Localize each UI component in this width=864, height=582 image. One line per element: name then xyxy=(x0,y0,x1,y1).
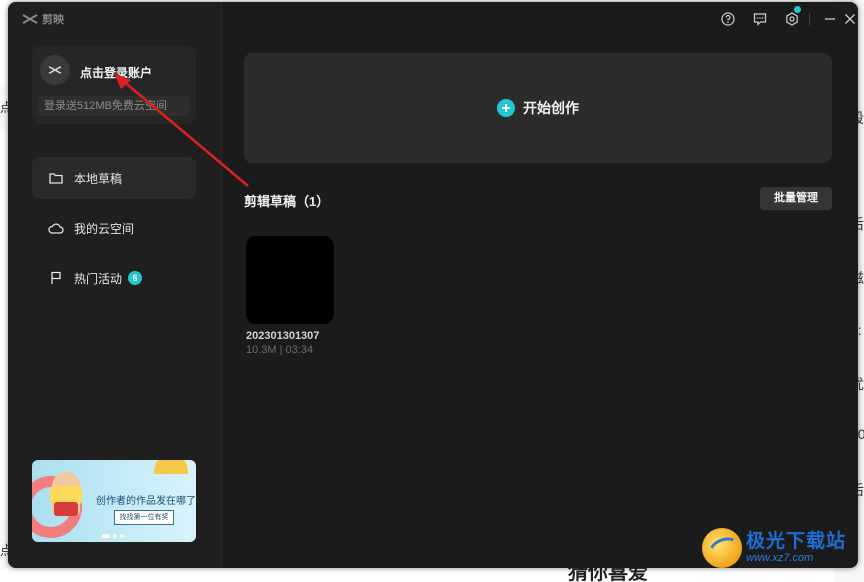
capcut-logo-icon xyxy=(48,65,62,75)
promo-banner[interactable]: 创作者的作品发在哪了? 找找第一位有奖 xyxy=(32,460,196,542)
draft-meta: 10.3M | 03:34 xyxy=(246,344,314,356)
sidebar-item-hot-events[interactable]: 热门活动 6 xyxy=(32,257,196,299)
plus-icon xyxy=(497,99,515,117)
cloud-icon xyxy=(48,220,64,236)
site-watermark: 极光下载站 www.xz7.com xyxy=(702,528,846,568)
batch-manage-button[interactable]: 批量管理 xyxy=(760,187,832,210)
login-card[interactable]: 点击登录账户 登录送512MB免费云空间 xyxy=(32,46,196,124)
sidebar-item-label: 热门活动 xyxy=(74,271,123,286)
sidebar: 剪映 点击登录账户 登录送512MB免费云空间 本地草稿 我的云空间 热门活动 … xyxy=(8,2,222,568)
app-window: 剪映 点击登录账户 登录送512MB免费云空间 本地草稿 我的云空间 热门活动 … xyxy=(8,2,858,568)
carousel-dot[interactable] xyxy=(102,534,110,538)
person-shorts-illustration xyxy=(54,502,78,516)
watermark-url: www.xz7.com xyxy=(746,552,814,564)
app-logo-text: 剪映 xyxy=(42,14,64,26)
start-creation-card[interactable]: 开始创作 xyxy=(244,53,832,163)
carousel-dot[interactable] xyxy=(113,534,117,538)
draft-item[interactable]: 202301301307 10.3M | 03:34 xyxy=(246,236,336,356)
sidebar-item-label: 我的云空间 xyxy=(74,221,135,236)
drafts-section-title: 剪辑草稿（1） xyxy=(244,194,330,209)
draft-name: 202301301307 xyxy=(246,330,320,342)
sidebar-item-local-drafts[interactable]: 本地草稿 xyxy=(32,157,196,199)
folder-icon xyxy=(48,170,64,186)
settings-icon[interactable] xyxy=(784,11,800,27)
divider xyxy=(809,13,810,25)
login-label[interactable]: 点击登录账户 xyxy=(80,64,152,81)
watermark-logo-icon xyxy=(702,528,742,568)
feedback-icon[interactable] xyxy=(752,11,768,27)
app-logo: 剪映 xyxy=(22,11,64,27)
close-icon[interactable] xyxy=(842,11,858,27)
settings-notification-dot xyxy=(794,6,801,13)
help-icon[interactable] xyxy=(720,11,736,27)
sidebar-item-cloud-space[interactable]: 我的云空间 xyxy=(32,207,196,249)
carousel-dot[interactable] xyxy=(120,534,124,538)
watermark-title: 极光下载站 xyxy=(746,531,847,552)
carousel-dots xyxy=(102,534,124,538)
title-bar-controls xyxy=(668,2,858,36)
avatar[interactable] xyxy=(40,55,70,85)
draft-thumbnail[interactable] xyxy=(246,236,334,324)
banner-title: 创作者的作品发在哪了? xyxy=(96,496,196,507)
umbrella-illustration xyxy=(154,460,188,474)
notification-badge: 6 xyxy=(128,271,143,285)
sidebar-item-label: 本地草稿 xyxy=(74,171,123,186)
flag-icon xyxy=(48,270,64,286)
banner-cta-button[interactable]: 找找第一位有奖 xyxy=(114,510,174,525)
capcut-logo-icon xyxy=(22,14,38,24)
login-promo: 登录送512MB免费云空间 xyxy=(38,96,190,116)
start-creation-label: 开始创作 xyxy=(523,100,579,116)
minimize-icon[interactable] xyxy=(822,11,838,27)
